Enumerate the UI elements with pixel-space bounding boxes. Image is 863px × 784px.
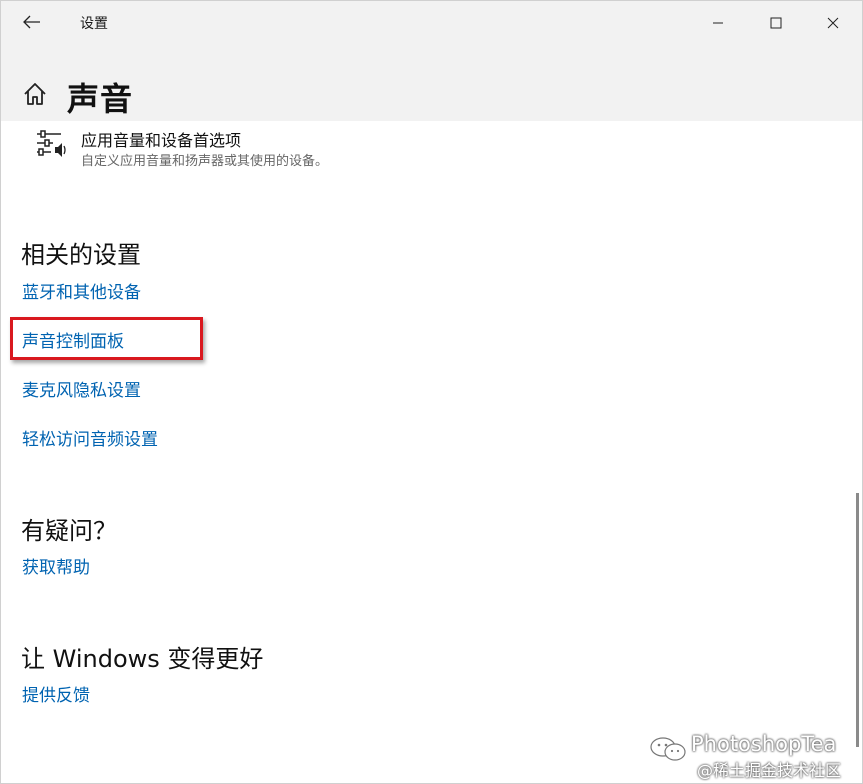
back-button[interactable] bbox=[15, 7, 49, 37]
page-title: 声音 bbox=[67, 80, 134, 118]
back-arrow-icon bbox=[23, 15, 40, 29]
home-button[interactable] bbox=[21, 80, 49, 108]
ease-of-access-audio-link[interactable]: 轻松访问音频设置 bbox=[22, 425, 158, 450]
watermark-brand: PhotoshopTea bbox=[691, 732, 837, 756]
scrollbar[interactable] bbox=[856, 493, 859, 747]
maximize-icon bbox=[770, 17, 782, 28]
home-icon bbox=[24, 83, 46, 105]
feedback-heading: 让 Windows 变得更好 bbox=[21, 645, 264, 673]
help-heading: 有疑问？ bbox=[21, 517, 117, 545]
watermark: PhotoshopTea @稀土掘金技术社区 bbox=[649, 731, 859, 783]
get-help-link[interactable]: 获取帮助 bbox=[22, 553, 90, 578]
title-bar: 设置 bbox=[1, 1, 862, 44]
sliders-speaker-icon bbox=[35, 129, 69, 159]
close-icon bbox=[827, 17, 839, 28]
page-header: 声音 bbox=[1, 44, 862, 121]
watermark-community: @稀土掘金技术社区 bbox=[697, 761, 842, 780]
setting-title: 应用音量和设备首选项 bbox=[81, 131, 242, 150]
wechat-icon bbox=[649, 735, 689, 763]
microphone-privacy-link[interactable]: 麦克风隐私设置 bbox=[22, 376, 141, 401]
minimize-button[interactable] bbox=[689, 1, 747, 44]
give-feedback-link[interactable]: 提供反馈 bbox=[22, 681, 90, 706]
bluetooth-devices-link[interactable]: 蓝牙和其他设备 bbox=[22, 278, 141, 303]
maximize-button[interactable] bbox=[747, 1, 805, 44]
app-title: 设置 bbox=[80, 16, 108, 32]
settings-window: 设置 声音 应用音量和设备首选项 自定义应用音量和扬声器或其使用的设备。 相关的… bbox=[0, 0, 863, 784]
close-button[interactable] bbox=[804, 1, 862, 44]
setting-description: 自定义应用音量和扬声器或其使用的设备。 bbox=[81, 154, 329, 169]
related-settings-heading: 相关的设置 bbox=[21, 241, 141, 269]
app-volume-setting[interactable]: 应用音量和设备首选项 自定义应用音量和扬声器或其使用的设备。 bbox=[35, 125, 535, 173]
highlight-annotation bbox=[10, 317, 203, 360]
minimize-icon bbox=[713, 22, 723, 23]
